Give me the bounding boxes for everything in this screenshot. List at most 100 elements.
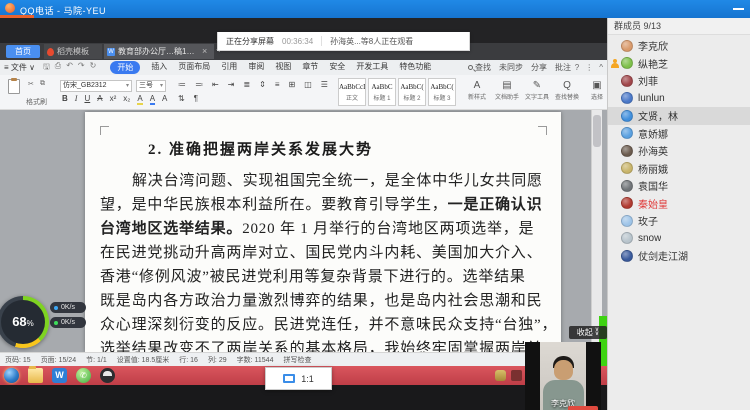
menu-item-引用[interactable]: 引用 <box>221 61 237 74</box>
webcam-video-tile[interactable]: 李克欣 <box>525 342 601 410</box>
char-format-button[interactable]: A <box>97 94 102 105</box>
paragraph-format-button[interactable]: ☰ <box>321 80 328 89</box>
quick-icon[interactable]: ↻ <box>90 61 97 75</box>
quick-icon[interactable]: ⎙ <box>55 61 61 75</box>
paragraph-format-button[interactable]: ≡ <box>275 80 280 89</box>
member-row[interactable]: snow <box>608 230 750 248</box>
quick-icon[interactable]: ↷ <box>78 61 85 75</box>
screen-share-banner[interactable]: 正在分享屏幕 00:36:34 孙海英...等8人正在观看 <box>217 32 470 51</box>
menu-item-批注[interactable]: 批注 <box>555 62 571 73</box>
file-menu[interactable]: ≡ 文件 ∨ <box>4 62 35 73</box>
menu-item-开始[interactable]: 开始 <box>110 61 140 74</box>
tool-查找替换[interactable]: Q查找替换 <box>554 78 580 102</box>
menu-item-未同步[interactable]: 未同步 <box>499 62 523 73</box>
char-format-button[interactable]: x₂ <box>123 94 130 105</box>
paragraph-format-button[interactable]: ¶ <box>194 94 198 103</box>
char-format-button[interactable]: U <box>84 94 90 105</box>
menu-item-分享[interactable]: 分享 <box>531 62 547 73</box>
member-row[interactable]: 刘菲 <box>608 72 750 90</box>
paragraph-format-button[interactable]: ≣ <box>243 80 250 89</box>
char-format-button[interactable]: I <box>75 94 78 105</box>
quick-icon[interactable]: 🖫 <box>43 61 50 75</box>
paragraph-format-button[interactable]: ◫ <box>304 80 312 89</box>
wps-taskbar-icon[interactable]: W <box>52 368 67 383</box>
paragraph-format-button[interactable]: ⇅ <box>178 94 185 103</box>
paragraph-format-button[interactable]: ⇕ <box>259 80 266 89</box>
person-face <box>554 360 573 380</box>
paragraph-format-button[interactable]: ≕ <box>195 80 203 89</box>
menu-item-页面布局[interactable]: 页面布局 <box>178 61 210 74</box>
tool-label: 新样式 <box>464 94 490 102</box>
font-name-select[interactable]: 仿宋_GB2312▾ <box>60 80 132 92</box>
member-row[interactable]: 秦始皇 <box>608 195 750 213</box>
member-row[interactable]: 文贤，林 <box>608 107 750 125</box>
member-row[interactable]: lunlun <box>608 90 750 108</box>
menu-util-icon[interactable]: ? <box>575 63 579 72</box>
quick-icon[interactable]: ↶ <box>66 61 73 75</box>
font-size-select[interactable]: 三号▾ <box>136 80 166 92</box>
tray-icon-a[interactable] <box>495 370 506 381</box>
menu-item-开发工具[interactable]: 开发工具 <box>356 61 388 74</box>
member-row[interactable]: 袁国华 <box>608 177 750 195</box>
style-preset[interactable]: AaBbC标题 1 <box>368 78 396 106</box>
char-format-button[interactable]: B <box>62 94 68 105</box>
char-format-button[interactable]: A <box>150 94 155 105</box>
status-dot-icon <box>54 306 58 310</box>
menu-item-安全[interactable]: 安全 <box>329 61 345 74</box>
collapse-button[interactable]: 收起 ∨∨ <box>569 326 607 339</box>
tool-文档助手[interactable]: ▤文档助手 <box>494 78 520 102</box>
minimize-button[interactable] <box>733 8 744 10</box>
menu-item-审阅[interactable]: 审阅 <box>248 61 264 74</box>
member-row[interactable]: 杨丽娥 <box>608 160 750 178</box>
menu-item-特色功能[interactable]: 特色功能 <box>399 61 431 74</box>
end-share-button-edge[interactable] <box>568 406 598 410</box>
document-page[interactable]: 2. 准确把握两岸关系发展大势 解决台湾问题、实现祖国完全统一，是全体中华儿女共… <box>85 112 561 352</box>
tool-icon: A <box>464 78 490 94</box>
member-row[interactable]: 李克欣 <box>608 37 750 55</box>
paragraph-format-button[interactable]: ⇥ <box>228 80 235 89</box>
zoom-ratio-popup[interactable]: 1:1 <box>265 367 332 390</box>
tab-home[interactable]: 首页 <box>6 45 40 58</box>
style-preset[interactable]: AaBbC(标题 3 <box>428 78 456 106</box>
member-row[interactable]: 仗剑走江湖 <box>608 247 750 265</box>
tab-templates[interactable]: 稻壳模板 <box>44 44 102 59</box>
menu-util-icon[interactable]: ⋮ <box>585 63 593 72</box>
share-timer: 00:36:34 <box>282 37 313 46</box>
call-app-icon[interactable]: ✆ <box>76 368 91 383</box>
doc-text-segment: 望，是中华民族根本利益所在。要教育引导学生， <box>100 197 448 213</box>
close-tab-icon[interactable]: × <box>202 46 207 56</box>
menu-item-视图[interactable]: 视图 <box>275 61 291 74</box>
tab-document[interactable]: W教育部办公厅…稿1）的通知 <box>104 44 214 59</box>
chevron-down-icon: ▾ <box>160 81 163 91</box>
char-format-button[interactable]: A <box>137 94 142 105</box>
avatar <box>621 215 633 227</box>
paste-button[interactable] <box>8 79 20 94</box>
scrollbar-thumb[interactable] <box>593 115 601 147</box>
member-row[interactable]: 玫子 <box>608 212 750 230</box>
member-row[interactable]: 意娇娜 <box>608 125 750 143</box>
tray-icon-b[interactable] <box>511 370 522 381</box>
camera-app-icon[interactable] <box>100 368 115 383</box>
cut-icon[interactable]: ✂ <box>28 80 34 88</box>
paragraph-format-button[interactable]: ⊞ <box>288 80 295 89</box>
char-format-button[interactable]: A <box>162 94 167 105</box>
paragraph-format-button[interactable]: ≔ <box>178 80 186 89</box>
start-button-icon[interactable] <box>4 368 19 383</box>
copy-icon[interactable]: ⧉ <box>40 80 45 88</box>
paragraph-format-button[interactable]: ⇤ <box>212 80 219 89</box>
tool-新样式[interactable]: A新样式 <box>464 78 490 102</box>
menu-item-插入[interactable]: 插入 <box>151 61 167 74</box>
explorer-folder-icon[interactable] <box>28 368 43 383</box>
menu-utility-icons: ? ⋮ ^ <box>575 60 603 75</box>
style-preset[interactable]: AaBbC(标题 2 <box>398 78 426 106</box>
member-row[interactable]: 纵艳芝 <box>608 55 750 73</box>
tool-文字工具[interactable]: ✎文字工具 <box>524 78 550 102</box>
character-format-buttons: BIUAx²x₂AAA <box>62 94 167 105</box>
style-preset[interactable]: AaBbCcDd正文 <box>338 78 366 106</box>
member-row[interactable]: 孙海英 <box>608 142 750 160</box>
find-button[interactable]: 查找 <box>468 62 491 73</box>
format-painter-button[interactable]: 格式刷 <box>26 97 47 107</box>
menu-util-icon[interactable]: ^ <box>599 63 603 72</box>
char-format-button[interactable]: x² <box>110 94 117 105</box>
menu-item-章节[interactable]: 章节 <box>302 61 318 74</box>
